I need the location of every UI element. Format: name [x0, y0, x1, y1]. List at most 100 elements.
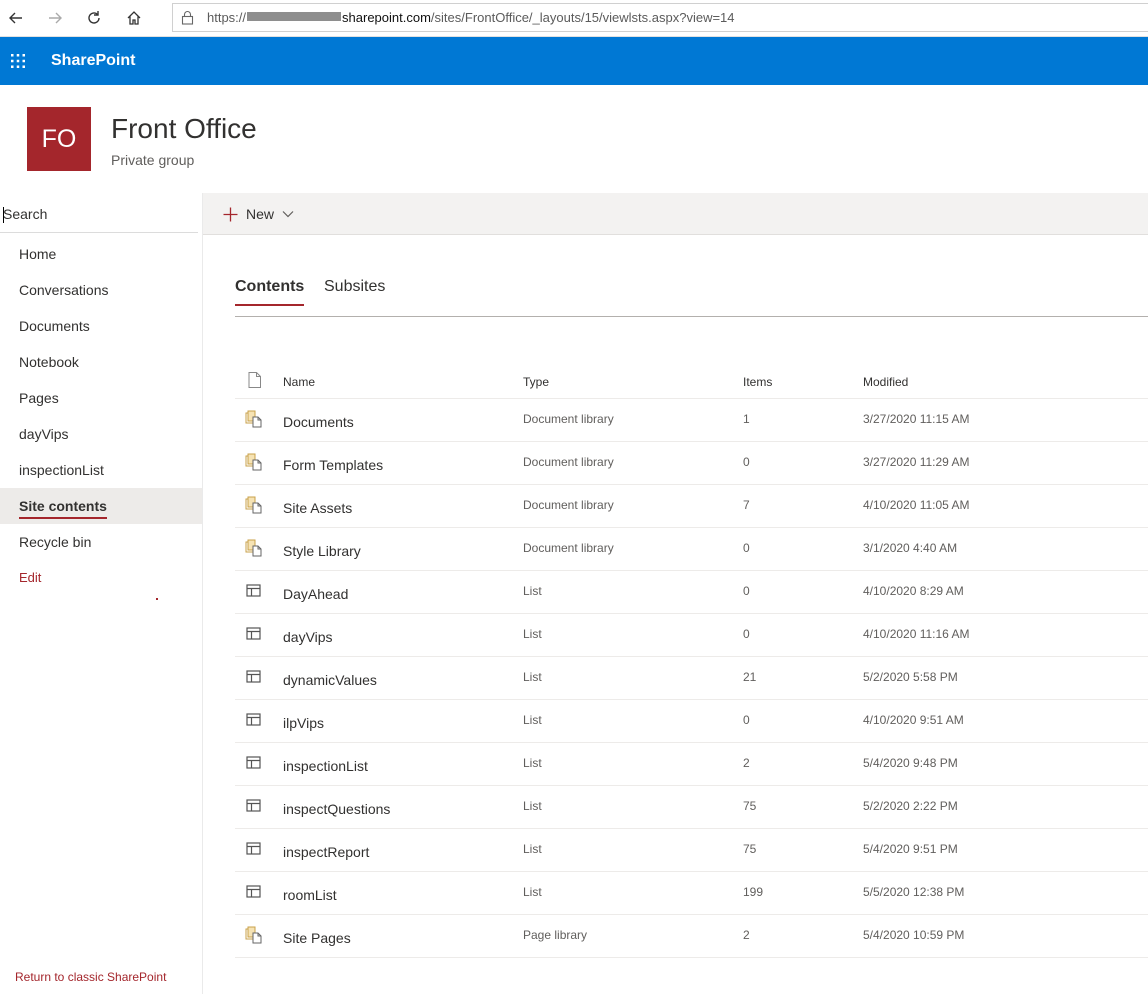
- table-row[interactable]: dynamicValues List 21 5/2/2020 5:58 PM: [235, 657, 1148, 700]
- forward-button[interactable]: [41, 4, 69, 32]
- url-host: sharepoint.com: [342, 10, 431, 25]
- lock-icon: [181, 11, 194, 25]
- row-name-link[interactable]: inspectReport: [283, 844, 369, 860]
- sharepoint-brand-link[interactable]: SharePoint: [51, 52, 135, 70]
- row-items-count: 1: [743, 412, 750, 426]
- row-items-count: 0: [743, 584, 750, 598]
- site-contents-table: Name Type Items Modified Documents Docume…: [235, 364, 1148, 958]
- nav-item-conversations[interactable]: Conversations: [0, 272, 202, 308]
- row-name-link[interactable]: inspectionList: [283, 758, 368, 774]
- row-type: List: [523, 713, 542, 727]
- nav-item-label: inspectionList: [19, 462, 104, 478]
- row-name-link[interactable]: Form Templates: [283, 457, 383, 473]
- nav-item-pages[interactable]: Pages: [0, 380, 202, 416]
- forward-arrow-icon: [49, 12, 62, 24]
- refresh-button[interactable]: [80, 4, 108, 32]
- waffle-icon: [11, 54, 25, 68]
- table-row[interactable]: inspectQuestions List 75 5/2/2020 2:22 PM: [235, 786, 1148, 829]
- row-type: List: [523, 756, 542, 770]
- row-name-link[interactable]: DayAhead: [283, 586, 348, 602]
- site-title[interactable]: Front Office: [111, 113, 257, 145]
- table-row[interactable]: inspectReport List 75 5/4/2020 9:51 PM: [235, 829, 1148, 872]
- row-name-link[interactable]: roomList: [283, 887, 337, 903]
- row-type: Page library: [523, 928, 588, 942]
- nav-item-label: Recycle bin: [19, 534, 92, 550]
- table-row[interactable]: inspectionList List 2 5/4/2020 9:48 PM: [235, 743, 1148, 786]
- list-icon: [245, 797, 263, 815]
- row-type: Document library: [523, 541, 614, 555]
- search-input[interactable]: [3, 203, 193, 225]
- back-button[interactable]: [2, 4, 30, 32]
- address-bar[interactable]: https:// sharepoint.com/sites/FrontOffice…: [172, 3, 1148, 32]
- list-icon: [245, 754, 263, 772]
- home-button[interactable]: [120, 4, 148, 32]
- browser-toolbar: https:// sharepoint.com/sites/FrontOffice…: [0, 0, 1148, 37]
- nav-edit-link[interactable]: Edit: [0, 560, 202, 596]
- table-row[interactable]: ilpVips List 0 4/10/2020 9:51 AM: [235, 700, 1148, 743]
- row-modified-date: 4/10/2020 9:51 AM: [863, 713, 964, 727]
- row-name-link[interactable]: dayVips: [283, 629, 333, 645]
- table-row[interactable]: Documents Document library 1 3/27/2020 11:1…: [235, 399, 1148, 442]
- return-to-classic-link[interactable]: Return to classic SharePoint: [15, 970, 166, 984]
- table-row[interactable]: Style Library Document library 0 3/1/2020 4…: [235, 528, 1148, 571]
- list-icon: [245, 582, 263, 600]
- left-navigation: Home Conversations Documents Notebook Pa…: [0, 193, 203, 994]
- column-header-items[interactable]: Items: [743, 375, 772, 389]
- command-bar: New: [203, 193, 1148, 235]
- row-type: List: [523, 670, 542, 684]
- row-name-link[interactable]: dynamicValues: [283, 672, 377, 688]
- row-name-link[interactable]: ilpVips: [283, 715, 324, 731]
- row-items-count: 2: [743, 756, 750, 770]
- table-row[interactable]: Site Pages Page library 2 5/4/2020 10:59 PM: [235, 915, 1148, 958]
- column-header-type[interactable]: Type: [523, 375, 549, 389]
- row-name-link[interactable]: Documents: [283, 414, 354, 430]
- nav-item-label: Site contents: [19, 498, 107, 519]
- row-name-link[interactable]: Site Assets: [283, 500, 352, 516]
- list-icon: [245, 668, 263, 686]
- nav-item-dayvips[interactable]: dayVips: [0, 416, 202, 452]
- tab-subsites[interactable]: Subsites: [324, 278, 385, 296]
- table-row[interactable]: dayVips List 0 4/10/2020 11:16 AM: [235, 614, 1148, 657]
- row-modified-date: 5/2/2020 5:58 PM: [863, 670, 958, 684]
- chevron-down-icon: [282, 211, 294, 218]
- nav-item-label: Home: [19, 246, 57, 262]
- site-subtitle: Private group: [111, 152, 195, 168]
- row-name-link[interactable]: Site Pages: [283, 930, 351, 946]
- redacted-text: [247, 12, 342, 21]
- new-button[interactable]: New: [223, 201, 294, 227]
- file-type-header-icon[interactable]: [248, 372, 261, 388]
- nav-item-documents[interactable]: Documents: [0, 308, 202, 344]
- site-logo[interactable]: FO: [27, 107, 91, 171]
- nav-item-label: Pages: [19, 390, 59, 406]
- nav-item-site-contents[interactable]: Site contents: [0, 488, 202, 524]
- document-library-icon: [245, 453, 263, 471]
- nav-item-inspectionlist[interactable]: inspectionList: [0, 452, 202, 488]
- document-library-icon: [245, 496, 263, 514]
- row-type: List: [523, 584, 542, 598]
- row-name-link[interactable]: inspectQuestions: [283, 801, 390, 817]
- table-row[interactable]: Form Templates Document library 0 3/27/2020…: [235, 442, 1148, 485]
- nav-item-recycle-bin[interactable]: Recycle bin: [0, 524, 202, 560]
- column-header-modified[interactable]: Modified: [863, 375, 908, 389]
- row-modified-date: 5/4/2020 10:59 PM: [863, 928, 965, 942]
- nav-item-label: Documents: [19, 318, 90, 334]
- row-modified-date: 5/5/2020 12:38 PM: [863, 885, 965, 899]
- table-row[interactable]: roomList List 199 5/5/2020 12:38 PM: [235, 872, 1148, 915]
- app-launcher-button[interactable]: [0, 37, 36, 85]
- column-header-name[interactable]: Name: [283, 375, 315, 389]
- home-icon: [127, 11, 141, 25]
- row-modified-date: 5/2/2020 2:22 PM: [863, 799, 958, 813]
- row-items-count: 199: [743, 885, 764, 899]
- row-items-count: 0: [743, 627, 750, 641]
- nav-item-label: Notebook: [19, 354, 79, 370]
- table-row[interactable]: Site Assets Document library 7 4/10/2020 11…: [235, 485, 1148, 528]
- row-name-link[interactable]: Style Library: [283, 543, 361, 559]
- table-row[interactable]: DayAhead List 0 4/10/2020 8:29 AM: [235, 571, 1148, 614]
- nav-item-home[interactable]: Home: [0, 236, 202, 272]
- nav-item-notebook[interactable]: Notebook: [0, 344, 202, 380]
- row-modified-date: 3/27/2020 11:29 AM: [863, 455, 970, 469]
- text-cursor: [3, 207, 4, 223]
- row-items-count: 0: [743, 541, 750, 555]
- tab-contents[interactable]: Contents: [235, 278, 305, 306]
- url-prefix: https://: [207, 10, 247, 25]
